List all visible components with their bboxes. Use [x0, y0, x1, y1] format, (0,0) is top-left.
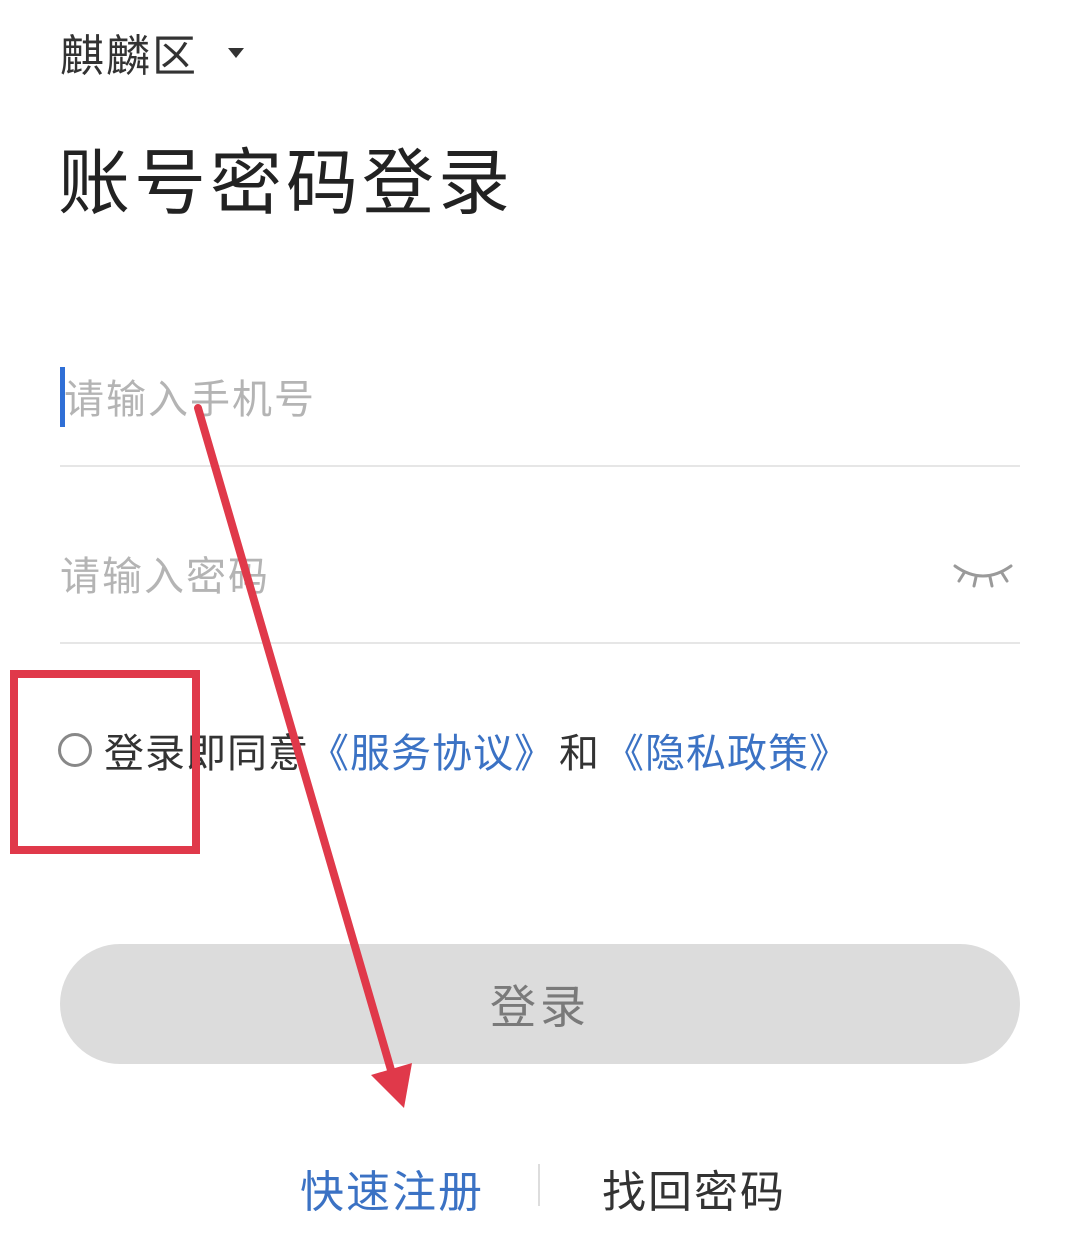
privacy-policy-link[interactable]: 《隐私政策》: [604, 721, 850, 779]
agreement-conjunction: 和: [559, 731, 600, 777]
eye-closed-icon[interactable]: [952, 560, 1014, 590]
password-field: [60, 532, 1020, 644]
region-label: 麒麟区: [60, 31, 198, 82]
agreement-radio[interactable]: [58, 733, 92, 767]
page-title: 账号密码登录: [58, 141, 515, 225]
footer-links: 快速注册 找回密码: [0, 1150, 1080, 1220]
region-selector[interactable]: 麒麟区: [60, 22, 244, 82]
text-cursor: [60, 367, 65, 427]
phone-field: [60, 355, 1020, 467]
caret-down-icon[interactable]: [228, 48, 244, 58]
agreement-row: 登录即同意 《服务协议》 和 《隐私政策》: [58, 718, 850, 782]
phone-input[interactable]: [60, 355, 924, 445]
service-agreement-link[interactable]: 《服务协议》: [309, 721, 555, 779]
agreement-prefix: 登录即同意: [104, 731, 309, 777]
quick-register-link[interactable]: 快速注册: [300, 1156, 484, 1220]
find-password-link[interactable]: 找回密码: [602, 1156, 786, 1220]
footer-divider: [538, 1164, 540, 1206]
password-input[interactable]: [60, 532, 920, 622]
login-button[interactable]: 登录: [60, 944, 1020, 1064]
